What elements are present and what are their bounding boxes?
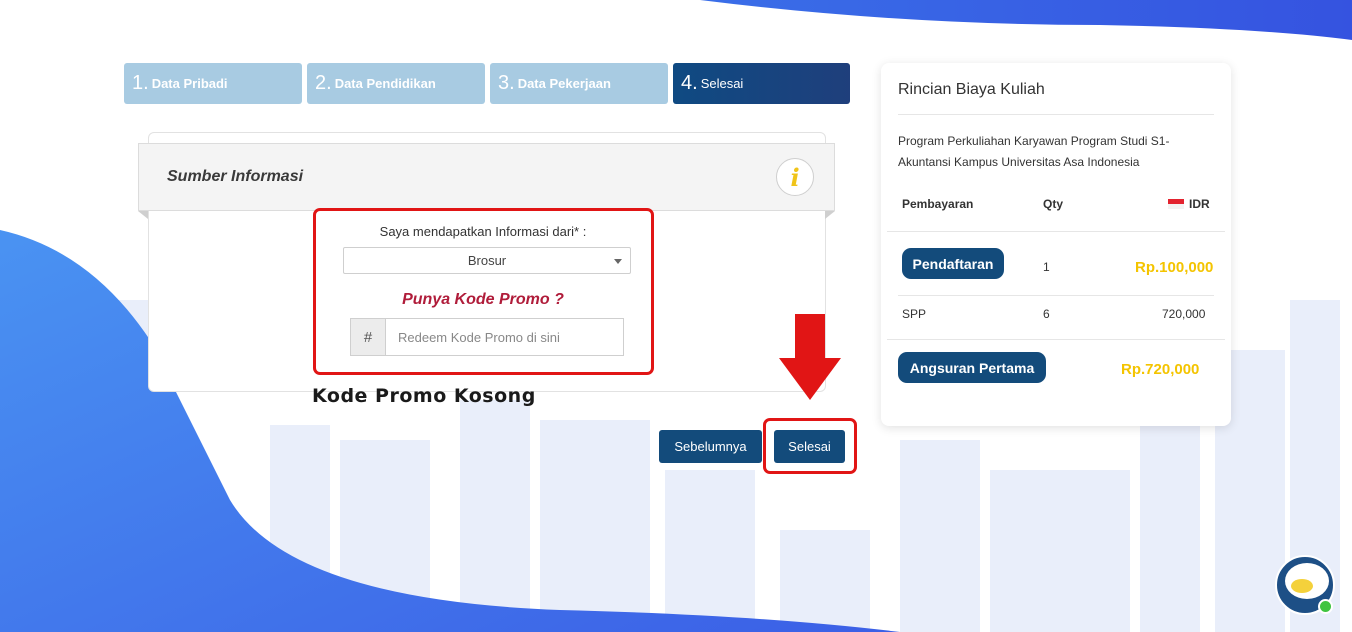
info-icon[interactable]: i xyxy=(776,158,814,196)
step-data-pendidikan[interactable]: 2. Data Pendidikan xyxy=(307,63,485,104)
divider xyxy=(887,231,1225,232)
fee-label-spp: SPP xyxy=(902,307,927,321)
step-number: 2. xyxy=(315,72,332,94)
step-label: Data Pribadi xyxy=(151,76,228,91)
previous-button[interactable]: Sebelumnya xyxy=(659,430,762,463)
divider xyxy=(898,295,1214,296)
ribbon-fold-left xyxy=(138,211,148,219)
column-header-currency: IDR xyxy=(1168,197,1210,211)
chevron-down-icon xyxy=(614,259,622,264)
step-selesai-active[interactable]: 4. Selesai xyxy=(673,63,850,104)
form-card-header: Sumber Informasi i xyxy=(138,143,835,211)
online-status-dot xyxy=(1318,599,1333,614)
divider xyxy=(887,339,1225,340)
annotation-label: Kode Promo Kosong xyxy=(312,385,536,407)
promo-code-input[interactable] xyxy=(386,318,624,356)
cost-summary-panel: Rincian Biaya Kuliah Program Perkuliahan… xyxy=(881,63,1231,426)
finish-button[interactable]: Selesai xyxy=(774,430,845,463)
step-number: 1. xyxy=(132,72,149,94)
step-label: Data Pendidikan xyxy=(334,76,436,91)
info-source-label: Saya mendapatkan Informasi dari* : xyxy=(379,224,587,239)
step-number: 3. xyxy=(498,72,515,94)
promo-code-title: Punya Kode Promo ? xyxy=(402,291,564,308)
panel-title: Rincian Biaya Kuliah xyxy=(898,81,1045,98)
divider xyxy=(898,114,1214,115)
section-title: Sumber Informasi xyxy=(167,168,304,185)
currency-label: IDR xyxy=(1189,197,1210,211)
qty-pendaftaran: 1 xyxy=(1043,260,1050,274)
promo-code-group: # xyxy=(350,318,624,356)
step-label: Data Pekerjaan xyxy=(517,76,611,91)
column-header-qty: Qty xyxy=(1043,197,1064,211)
step-number: 4. xyxy=(681,72,698,94)
info-source-select[interactable]: Brosur xyxy=(343,247,631,274)
info-source-selected: Brosur xyxy=(467,253,507,268)
amount-pendaftaran: Rp.100,000 xyxy=(1135,259,1214,276)
indonesia-flag-icon xyxy=(1168,199,1184,209)
ribbon-fold-right xyxy=(825,211,835,219)
step-data-pekerjaan[interactable]: 3. Data Pekerjaan xyxy=(490,63,668,104)
arrow-down-icon xyxy=(779,314,841,400)
hash-icon: # xyxy=(350,318,386,356)
column-header-payment: Pembayaran xyxy=(902,197,974,211)
progress-stepper: 1. Data Pribadi 2. Data Pendidikan 3. Da… xyxy=(124,63,850,104)
amount-spp: 720,000 xyxy=(1162,307,1206,321)
installment-label: Angsuran Pertama xyxy=(898,352,1046,383)
step-label: Selesai xyxy=(700,76,744,91)
badge-logo-sun xyxy=(1291,579,1313,593)
fee-label-pendaftaran: Pendaftaran xyxy=(902,248,1004,279)
installment-amount: Rp.720,000 xyxy=(1121,361,1200,378)
step-data-pribadi[interactable]: 1. Data Pribadi xyxy=(124,63,302,104)
qty-spp: 6 xyxy=(1043,307,1050,321)
info-source-form: Saya mendapatkan Informasi dari* : Brosu… xyxy=(313,208,653,374)
program-description: Program Perkuliahan Karyawan Program Stu… xyxy=(898,134,1170,169)
